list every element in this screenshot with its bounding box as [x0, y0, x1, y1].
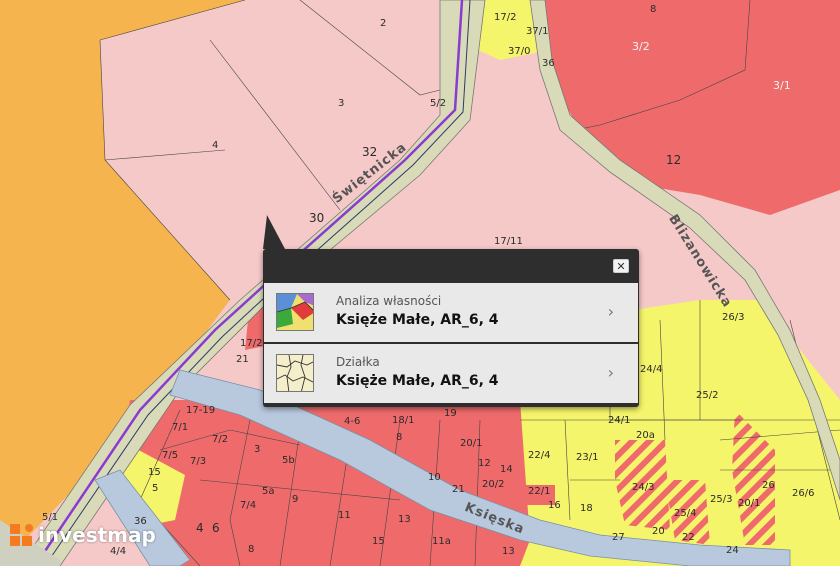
investmap-logo-icon	[8, 520, 36, 550]
popup-item-parcel[interactable]: Działka Księże Małe, AR_6, 4 ›	[264, 344, 638, 403]
parcel-label: 7/3	[190, 456, 207, 467]
parcel-label: 19	[444, 408, 457, 419]
parcel-label: 12	[666, 153, 682, 167]
parcel-label: 20/1	[460, 438, 483, 449]
parcel-label: 5b	[282, 455, 295, 466]
parcel-label: 8	[650, 4, 657, 15]
parcel-label: 10	[428, 472, 441, 483]
parcel-label: 4	[196, 521, 204, 535]
popup-item-subtitle: Analiza własności	[336, 294, 442, 308]
parcel-label: 25/4	[674, 508, 697, 519]
parcel-label: 37/0	[508, 46, 531, 57]
parcel-label: 5/2	[430, 98, 447, 109]
parcel-label: 7/4	[240, 500, 257, 511]
parcel-label: 17/11	[494, 236, 523, 247]
parcel-label: 2	[380, 18, 387, 29]
popup-item-title: Księże Małe, AR_6, 4	[336, 312, 499, 328]
parcel-icon	[276, 354, 314, 392]
popup-item-ownership-analysis[interactable]: Analiza własności Księże Małe, AR_6, 4 ›	[264, 283, 638, 342]
parcel-label: 26/6	[792, 488, 815, 499]
parcel-label: 16	[548, 500, 561, 511]
parcel-label: 7/1	[172, 422, 189, 433]
parcel-label: 15	[372, 536, 385, 547]
parcel-label: 8	[396, 432, 403, 443]
parcel-label: 36	[542, 58, 555, 69]
parcel-label: 23/1	[576, 452, 599, 463]
parcel-label: 3/2	[632, 40, 650, 53]
parcel-info-popup: ✕ Analiza własności Księże Małe, AR_6, 4…	[263, 215, 639, 407]
parcel-label: 11a	[432, 536, 451, 547]
parcel-label: 4-6	[344, 416, 361, 427]
parcel-label: 32	[362, 145, 378, 159]
parcel-label: 12	[478, 458, 491, 469]
parcel-label: 9	[292, 494, 299, 505]
chevron-right-icon: ›	[607, 302, 614, 321]
parcel-label: 24	[726, 545, 739, 556]
popup-item-title: Księże Małe, AR_6, 4	[336, 373, 499, 389]
parcel-label: 20/1	[738, 498, 761, 509]
parcel-label: 14	[500, 464, 513, 475]
parcel-label: 20	[652, 526, 665, 537]
parcel-label: 22	[682, 532, 695, 543]
parcel-label: 21	[236, 354, 249, 365]
parcel-label: 18/1	[392, 415, 415, 426]
parcel-label: 5a	[262, 486, 275, 497]
parcel-label: 5	[152, 483, 159, 494]
parcel-label: 11	[338, 510, 351, 521]
parcel-label: 15	[148, 467, 161, 478]
parcel-label: 7/2	[212, 434, 229, 445]
parcel-label: 3	[338, 98, 345, 109]
close-button[interactable]: ✕	[613, 259, 629, 273]
popup-pointer	[263, 215, 285, 249]
parcel-label: 4	[212, 140, 219, 151]
parcel-label: 27	[612, 532, 625, 543]
parcel-label: 22/1	[528, 486, 551, 497]
parcel-label: 17-19	[186, 405, 216, 416]
parcel-label: 18	[580, 503, 593, 514]
parcel-label: 17/2	[240, 338, 263, 349]
parcel-label: 24/1	[608, 415, 631, 426]
investmap-logo: investmap	[8, 520, 156, 550]
popup-item-subtitle: Działka	[336, 355, 380, 369]
parcel-label: 24/4	[640, 364, 663, 375]
parcel-label: 6	[212, 521, 220, 535]
parcel-label: 25/2	[696, 390, 719, 401]
parcel-label: 26	[762, 480, 775, 491]
parcel-label: 3	[254, 444, 261, 455]
investmap-logo-text: investmap	[38, 523, 156, 547]
parcel-label: 24/3	[632, 482, 655, 493]
parcel-label: 3/1	[773, 79, 791, 92]
parcel-label: 8	[248, 544, 255, 555]
parcel-label: 21	[452, 484, 465, 495]
parcel-label: 7/5	[162, 450, 179, 461]
parcel-label: 30	[309, 211, 325, 225]
chevron-right-icon: ›	[607, 363, 614, 382]
ownership-analysis-icon	[276, 293, 314, 331]
parcel-label: 17/2	[494, 12, 517, 23]
parcel-label: 20/2	[482, 479, 505, 490]
close-icon: ✕	[616, 259, 626, 273]
parcel-label: 13	[502, 546, 515, 557]
parcel-label: 22/4	[528, 450, 551, 461]
parcel-label: 37/1	[526, 26, 549, 37]
parcel-label: 20a	[636, 430, 655, 441]
parcel-label: 25/3	[710, 494, 733, 505]
parcel-label: 26/3	[722, 312, 745, 323]
parcel-label: 13	[398, 514, 411, 525]
